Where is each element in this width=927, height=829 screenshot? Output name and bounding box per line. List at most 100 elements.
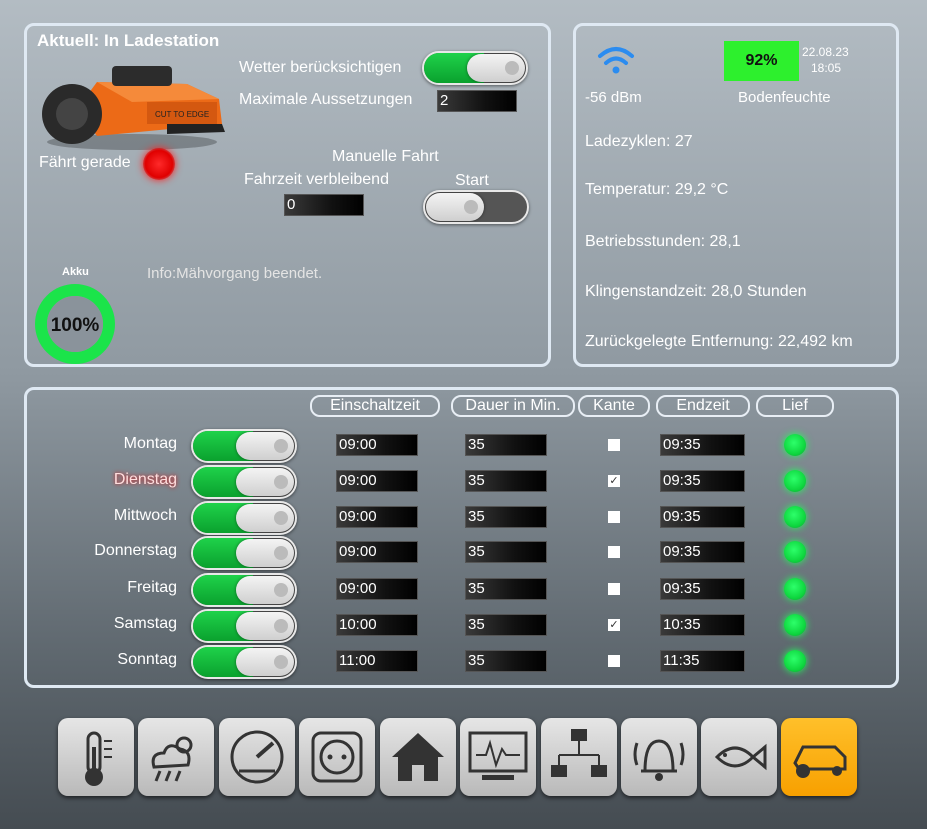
nav-button-alarm-bell[interactable] [621, 718, 697, 796]
status-panel: Aktuell: In Ladestation CUT TO EDGE Wett… [24, 23, 551, 367]
header-end-time: Endzeit [656, 395, 750, 417]
day-label: Donnerstag [94, 542, 177, 559]
day-toggle[interactable] [191, 501, 297, 535]
day-toggle[interactable] [191, 536, 297, 570]
edge-checkbox[interactable]: ✓ [608, 475, 620, 487]
end-time-field[interactable]: 09:35 [660, 578, 745, 600]
temperature: Temperatur: 29,2 °C [585, 181, 729, 198]
duration-field[interactable]: 35 [465, 434, 547, 456]
duration-field[interactable]: 35 [465, 470, 547, 492]
ran-indicator-led [784, 578, 806, 600]
thermometer-icon [85, 731, 112, 786]
day-label: Sonntag [117, 651, 177, 668]
stats-panel: -56 dBm 92% 22.08.23 18:05 Bodenfeuchte … [573, 23, 899, 367]
day-label: Montag [123, 435, 177, 452]
nav-button-power-socket[interactable] [299, 718, 375, 796]
wifi-signal: -56 dBm [585, 89, 642, 106]
home-icon [392, 733, 444, 781]
day-toggle[interactable] [191, 573, 297, 607]
moisture-badge: 92% [724, 41, 799, 81]
battery-gauge: 100% [35, 284, 115, 364]
network-icon [551, 729, 607, 777]
akku-label: Akku [62, 266, 89, 278]
time-text: 18:05 [811, 61, 842, 75]
ran-indicator-led [784, 541, 806, 563]
nav-button-lawn-mower[interactable] [781, 718, 857, 796]
edge-checkbox[interactable] [608, 583, 620, 595]
start-time-field[interactable]: 09:00 [336, 470, 418, 492]
day-toggle[interactable] [191, 465, 297, 499]
max-pause-field[interactable]: 2 [437, 90, 517, 112]
edge-checkbox[interactable] [608, 655, 620, 667]
monitor-icon [468, 731, 528, 780]
day-toggle[interactable] [191, 609, 297, 643]
nav-button-thermometer[interactable] [58, 718, 134, 796]
max-pause-label: Maximale Aussetzungen [239, 91, 413, 108]
power-socket-icon [311, 731, 363, 783]
day-label: Mittwoch [113, 507, 177, 524]
weather-label: Wetter berücksichtigen [239, 59, 402, 76]
header-duration: Dauer in Min. [451, 395, 575, 417]
duration-field[interactable]: 35 [465, 578, 547, 600]
end-time-field[interactable]: 09:35 [660, 434, 745, 456]
schedule-panel [24, 387, 899, 688]
fish-icon [714, 743, 767, 771]
start-time-field[interactable]: 11:00 [336, 650, 418, 672]
header-ran: Lief [756, 395, 834, 417]
operating-hours: Betriebsstunden: 28,1 [585, 233, 741, 250]
start-toggle[interactable] [423, 190, 529, 224]
start-time-field[interactable]: 09:00 [336, 506, 418, 528]
start-time-field[interactable]: 10:00 [336, 614, 418, 636]
battery-value: 100% [51, 315, 100, 336]
day-toggle[interactable] [191, 645, 297, 679]
ran-indicator-led [784, 506, 806, 528]
gauge-icon [230, 730, 284, 784]
nav-button-fish[interactable] [701, 718, 777, 796]
manual-drive-label: Manuelle Fahrt [332, 148, 439, 165]
day-label: Freitag [127, 579, 177, 596]
nav-button-gauge[interactable] [219, 718, 295, 796]
end-time-field[interactable]: 10:35 [660, 614, 745, 636]
start-time-field[interactable]: 09:00 [336, 541, 418, 563]
nav-button-weather[interactable] [138, 718, 214, 796]
end-time-field[interactable]: 09:35 [660, 506, 745, 528]
duration-field[interactable]: 35 [465, 506, 547, 528]
nav-button-network[interactable] [541, 718, 617, 796]
day-label: Dienstag [113, 471, 177, 488]
edge-checkbox[interactable]: ✓ [608, 619, 620, 631]
mower-brand-text: CUT TO EDGE [155, 110, 209, 119]
nav-button-monitor[interactable] [460, 718, 536, 796]
end-time-field[interactable]: 09:35 [660, 541, 745, 563]
ran-indicator-led [784, 434, 806, 456]
header-edge: Kante [578, 395, 650, 417]
date-text: 22.08.23 [802, 45, 849, 59]
ran-indicator-led [784, 650, 806, 672]
start-time-field[interactable]: 09:00 [336, 434, 418, 456]
duration-field[interactable]: 35 [465, 614, 547, 636]
driving-status-led [143, 148, 175, 180]
blade-time: Klingenstandzeit: 28,0 Stunden [585, 283, 807, 300]
start-label: Start [455, 172, 489, 189]
nav-button-home[interactable] [380, 718, 456, 796]
day-toggle[interactable] [191, 429, 297, 463]
ran-indicator-led [784, 470, 806, 492]
end-time-field[interactable]: 09:35 [660, 470, 745, 492]
end-time-field[interactable]: 11:35 [660, 650, 745, 672]
edge-checkbox[interactable] [608, 439, 620, 451]
wifi-icon [598, 47, 634, 74]
weather-icon [151, 736, 193, 782]
duration-field[interactable]: 35 [465, 650, 547, 672]
ran-indicator-led [784, 614, 806, 636]
charge-cycles: Ladezyklen: 27 [585, 133, 693, 150]
alarm-bell-icon [633, 739, 685, 781]
remaining-time-field[interactable]: 0 [284, 194, 364, 216]
status-title: Aktuell: In Ladestation [37, 31, 220, 50]
edge-checkbox[interactable] [608, 546, 620, 558]
weather-toggle[interactable] [422, 51, 528, 85]
duration-field[interactable]: 35 [465, 541, 547, 563]
edge-checkbox[interactable] [608, 511, 620, 523]
driving-label: Fährt gerade [39, 154, 131, 171]
day-label: Samstag [113, 615, 177, 632]
start-time-field[interactable]: 09:00 [336, 578, 418, 600]
remaining-label: Fahrzeit verbleibend [244, 171, 389, 188]
